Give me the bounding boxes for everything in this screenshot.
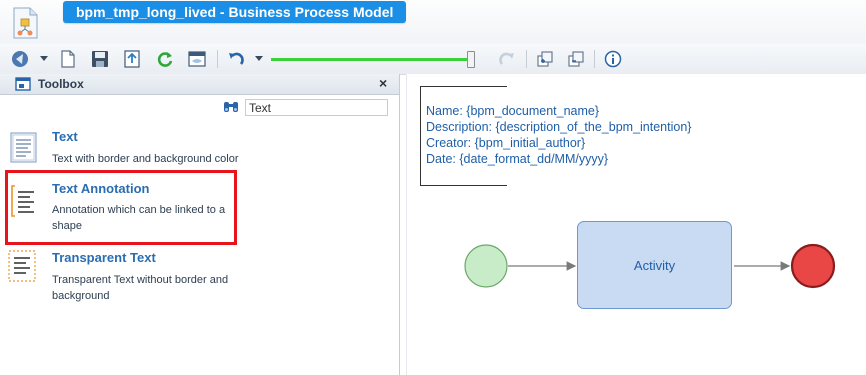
refresh-icon[interactable] xyxy=(155,49,175,69)
undo-dropdown-icon[interactable] xyxy=(255,56,263,61)
end-event[interactable] xyxy=(790,243,836,289)
tool-item-name: Transparent Text xyxy=(52,250,156,265)
bpm-document-icon xyxy=(11,6,41,40)
preview-icon[interactable] xyxy=(187,49,207,69)
toolbox-title: Toolbox xyxy=(38,77,84,91)
zoom-slider-thumb[interactable] xyxy=(467,51,475,68)
toolbox-search-input[interactable] xyxy=(245,99,388,116)
activity-task[interactable]: Activity xyxy=(577,221,732,309)
export-icon[interactable] xyxy=(122,49,142,69)
redo-icon[interactable] xyxy=(497,49,517,69)
tool-item-text-annotation[interactable]: Text Annotation Annotation which can be … xyxy=(0,178,399,236)
binoculars-icon xyxy=(223,100,239,114)
tool-item-description: Transparent Text without border and back… xyxy=(52,274,229,302)
tool-item-text[interactable]: Text Text with border and background col… xyxy=(0,128,399,174)
text-shape-icon xyxy=(10,130,38,164)
document-title-tab[interactable]: bpm_tmp_long_lived - Business Process Mo… xyxy=(63,1,407,23)
toolbar-separator xyxy=(526,50,527,68)
info-icon[interactable] xyxy=(603,49,623,69)
zoom-slider[interactable] xyxy=(271,58,471,61)
tool-item-description: Annotation which can be linked to a shap… xyxy=(52,204,226,232)
tool-item-description: Text with border and background color xyxy=(52,153,239,165)
group-icon[interactable] xyxy=(535,49,555,69)
diagram-canvas[interactable]: Name: {bpm_document_name} Description: {… xyxy=(406,74,866,375)
transparent-text-icon xyxy=(8,250,36,284)
toolbox-icon xyxy=(15,77,31,91)
undo-icon[interactable] xyxy=(226,49,246,69)
toolbox-header: Toolbox × xyxy=(0,74,399,95)
navigator-dropdown-icon[interactable] xyxy=(40,56,48,61)
toolbox-panel: Toolbox × Text Text with border and back… xyxy=(0,74,400,375)
text-annotation-icon xyxy=(10,184,38,218)
toolbox-close-icon[interactable]: × xyxy=(379,75,387,91)
start-event[interactable] xyxy=(464,244,508,288)
tool-item-name: Text xyxy=(52,129,78,144)
activity-label: Activity xyxy=(633,257,676,273)
toolbar-separator xyxy=(217,50,218,68)
window-header: bpm_tmp_long_lived - Business Process Mo… xyxy=(0,0,866,44)
toolbar-separator xyxy=(594,50,595,68)
navigator-icon[interactable] xyxy=(10,49,30,69)
tool-item-transparent-text[interactable]: Transparent Text Transparent Text withou… xyxy=(0,246,399,306)
new-document-icon[interactable] xyxy=(58,49,78,69)
ungroup-icon[interactable] xyxy=(566,49,586,69)
save-icon[interactable] xyxy=(90,49,110,69)
tool-item-name: Text Annotation xyxy=(52,181,150,196)
